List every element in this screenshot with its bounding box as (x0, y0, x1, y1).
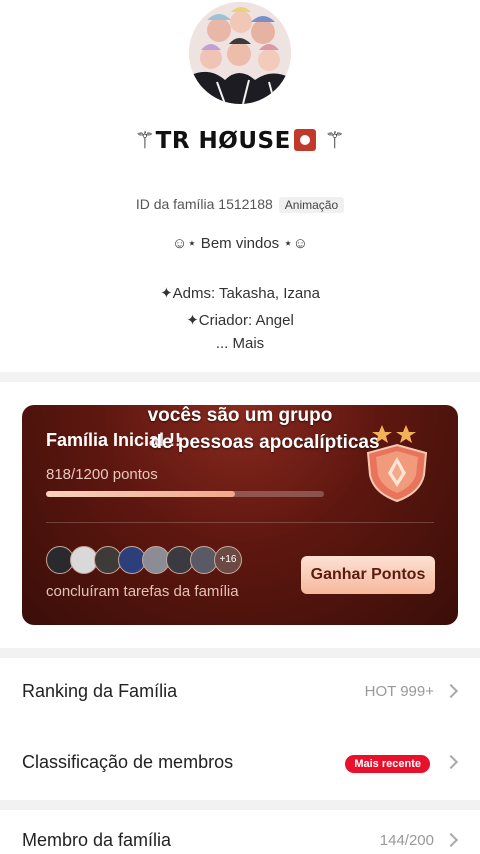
ranking-row[interactable]: Ranking da Família HOT 999+ (0, 663, 480, 723)
section-divider (0, 372, 480, 382)
family-name-suffix: ⚚ (324, 128, 346, 154)
description-line: ☺︎⋆ Bem vindos ⋆☺︎ (171, 235, 309, 252)
extra-members-count: +16 (214, 546, 242, 574)
newest-badge: Mais recente (345, 755, 430, 773)
shield-badge-icon (362, 423, 432, 508)
ranking-value: HOT 999+ (364, 683, 434, 700)
earn-points-button[interactable]: Ganhar Pontos (301, 556, 435, 594)
family-avatar[interactable] (189, 2, 291, 104)
family-name-text: ⚚TR HØUSE (134, 128, 291, 154)
card-divider (46, 522, 434, 523)
members-count: 144/200 (379, 832, 434, 849)
category-tag[interactable]: Animação (278, 197, 345, 213)
points-text: 818/1200 pontos (46, 466, 158, 483)
family-members-row[interactable]: Membro da família 144/200 (0, 812, 480, 854)
description-line: ✦Adms: Takasha, Izana (160, 285, 320, 302)
section-divider (0, 800, 480, 810)
family-id-row: ID da família 1512188 Animação (0, 196, 480, 213)
family-level-card[interactable]: Família Inicial !! vocês são um grupo de… (22, 405, 458, 625)
members-label: Membro da família (22, 830, 172, 850)
member-classification-row[interactable]: Classificação de membros Mais recente (0, 734, 480, 794)
family-id: ID da família 1512188 (135, 196, 273, 212)
family-header: ⚚TR HØUSE ⚚ ID da família 1512188 Animaçã… (0, 0, 480, 370)
points-progress-fill (46, 491, 236, 497)
family-name: ⚚TR HØUSE ⚚ (0, 128, 480, 154)
chevron-right-icon (443, 754, 459, 770)
ranking-label: Ranking da Família (22, 681, 178, 701)
card-emoji-icon (293, 129, 316, 151)
chevron-right-icon (443, 832, 459, 848)
description-line: ✦Criador: Angel (186, 312, 294, 329)
more-link[interactable]: ... Mais (0, 335, 480, 352)
completed-tasks-text: concluíram tarefas da família (46, 583, 239, 600)
classification-label: Classificação de membros (22, 752, 234, 772)
section-divider (0, 648, 480, 658)
points-progress-bar (46, 491, 324, 497)
chevron-right-icon (443, 683, 459, 699)
